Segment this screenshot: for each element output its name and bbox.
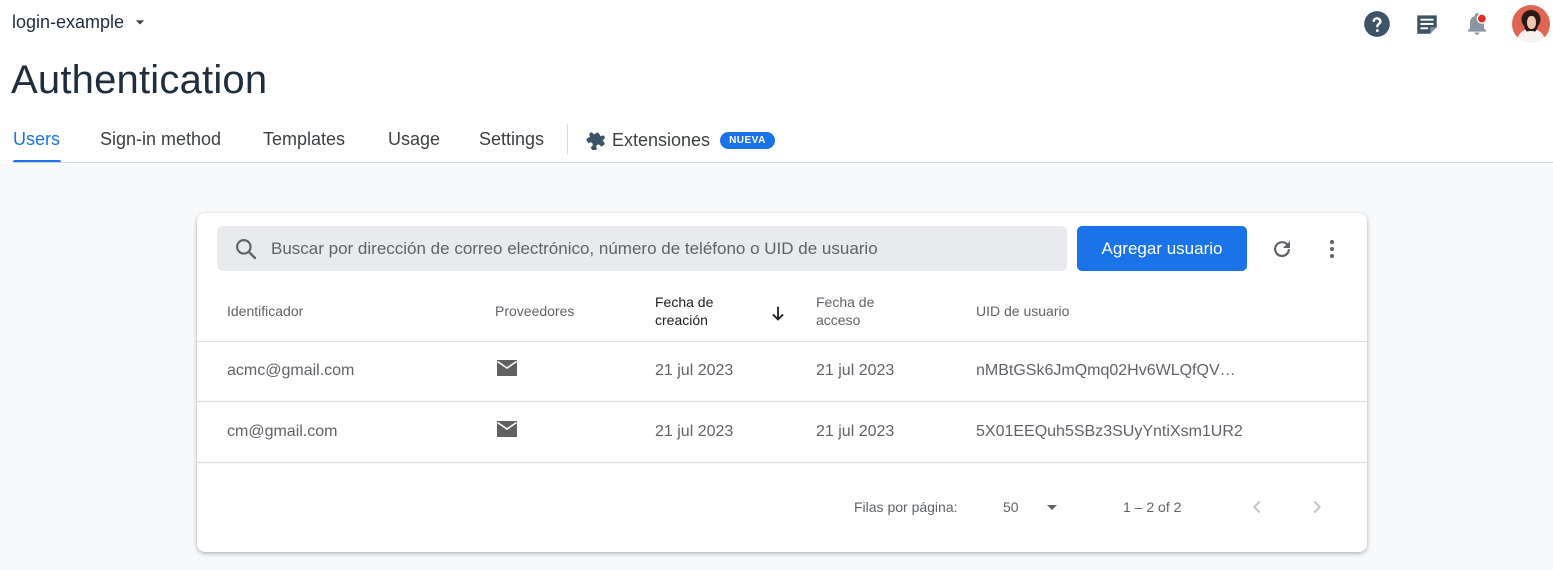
cell-uid: 5X01EEQuh5SBz3SUyYntiXsm1UR2 (976, 423, 1243, 440)
notifications-icon[interactable] (1462, 9, 1492, 39)
tab-extensions[interactable]: Extensiones NUEVA (586, 120, 775, 160)
project-name: login-example (12, 11, 125, 32)
rows-per-page-value: 50 (1003, 499, 1019, 515)
cell-signed-in: 21 jul 2023 (816, 423, 895, 440)
column-signed-in-line2: acceso (816, 312, 861, 328)
new-badge: NUEVA (720, 131, 775, 149)
users-card: Agregar usuario Identificador Proveedore… (197, 213, 1367, 552)
release-notes-icon[interactable] (1412, 9, 1442, 39)
rows-per-page-select[interactable]: 50 (1003, 483, 1019, 531)
tab-sign-in-method[interactable]: Sign-in method (100, 120, 221, 160)
refresh-icon[interactable] (1268, 235, 1296, 263)
table-row[interactable]: acmc@gmail.com 21 jul 2023 21 jul 2023 n… (197, 341, 1367, 402)
cell-identifier: cm@gmail.com (227, 423, 338, 440)
cell-created: 21 jul 2023 (655, 423, 734, 440)
tab-settings[interactable]: Settings (479, 120, 544, 160)
table-row[interactable]: cm@gmail.com 21 jul 2023 21 jul 2023 5X0… (197, 402, 1367, 463)
user-avatar[interactable] (1512, 5, 1550, 43)
tab-users[interactable]: Users (13, 120, 60, 160)
page-title: Authentication (11, 58, 268, 102)
cell-uid: nMBtGSk6JmQmq02Hv6WLQfQV… (976, 362, 1236, 379)
avatar-body (1520, 31, 1542, 43)
search-bar[interactable] (217, 226, 1067, 271)
cell-created: 21 jul 2023 (655, 362, 734, 379)
email-icon (497, 421, 517, 437)
sort-arrow-down-icon[interactable] (767, 303, 789, 325)
tabs-divider-line (13, 162, 1553, 163)
column-signed-in[interactable]: Fecha de acceso (816, 293, 874, 329)
pagination-footer: Filas por página: 50 1 – 2 of 2 (197, 483, 1367, 531)
tab-divider (567, 124, 568, 154)
tab-bar: Users Sign-in method Templates Usage Set… (0, 120, 1553, 164)
top-actions (1342, 5, 1550, 43)
column-identifier[interactable]: Identificador (227, 302, 303, 320)
avatar-face (1527, 16, 1536, 29)
search-icon (233, 236, 259, 262)
prev-page-icon[interactable] (1245, 495, 1269, 519)
extension-puzzle-icon (586, 132, 605, 150)
column-created[interactable]: Fecha de creación (655, 293, 713, 329)
table-header: Identificador Proveedores Fecha de creac… (197, 281, 1367, 342)
tab-usage[interactable]: Usage (388, 120, 440, 160)
cell-identifier: acmc@gmail.com (227, 362, 355, 379)
rows-per-page-label: Filas por página: (854, 499, 958, 515)
add-user-button[interactable]: Agregar usuario (1077, 226, 1247, 271)
pagination-range: 1 – 2 of 2 (1123, 499, 1182, 515)
column-created-line1: Fecha de (655, 294, 714, 310)
more-vert-icon[interactable] (1318, 235, 1346, 263)
email-icon (497, 360, 517, 376)
project-selector[interactable]: login-example (12, 10, 150, 34)
column-uid[interactable]: UID de usuario (976, 302, 1069, 320)
column-signed-in-line1: Fecha de (816, 294, 875, 310)
column-created-line2: creación (655, 312, 708, 328)
cell-signed-in: 21 jul 2023 (816, 362, 895, 379)
tab-extensions-label: Extensiones (612, 130, 711, 150)
search-input[interactable] (269, 237, 1067, 260)
next-page-icon[interactable] (1305, 495, 1329, 519)
help-icon[interactable] (1362, 9, 1392, 39)
tab-templates[interactable]: Templates (263, 120, 345, 160)
chevron-down-icon[interactable] (1040, 495, 1064, 519)
caret-down-icon (135, 20, 145, 25)
column-providers[interactable]: Proveedores (495, 302, 574, 320)
